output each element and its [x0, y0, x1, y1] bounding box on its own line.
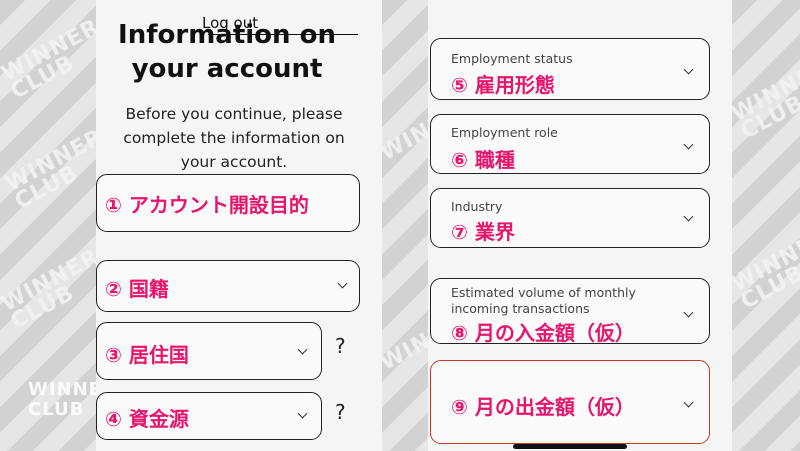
- background-pattern-left: WINNERCLUB WINNERCLUB WINNERCLUB WINNERC…: [0, 0, 96, 451]
- chevron-down-icon: [683, 211, 694, 222]
- brand-watermark: WINNER CLUB: [0, 14, 96, 105]
- brand-watermark: WINNER: [382, 93, 428, 166]
- source-of-funds-select[interactable]: ④ 資金源: [96, 392, 322, 440]
- brand-watermark: WINNER CLUB: [732, 224, 800, 315]
- field-label: Employment role: [451, 125, 558, 140]
- background-pattern-middle: WINNER WINNER: [382, 0, 428, 451]
- field-annotation: ③ 居住国: [105, 343, 189, 367]
- help-icon[interactable]: ?: [335, 400, 346, 424]
- field-annotation: ④ 資金源: [105, 407, 189, 431]
- chevron-down-icon: [683, 307, 694, 318]
- monthly-incoming-volume-select[interactable]: Estimated volume of monthly incoming tra…: [430, 278, 710, 345]
- nationality-select[interactable]: ② 国籍: [96, 260, 360, 312]
- country-of-residence-select[interactable]: ③ 居住国: [96, 322, 322, 380]
- brand-watermark: WINNER CLUB: [1, 124, 96, 215]
- industry-select[interactable]: Industry ⑦ 業界: [430, 188, 710, 248]
- field-annotation: ⑦ 業界: [451, 220, 515, 244]
- field-label: Employment status: [451, 51, 573, 66]
- field-annotation: ② 国籍: [105, 277, 169, 301]
- employment-role-select[interactable]: Employment role ⑥ 職種: [430, 114, 710, 174]
- account-purpose-select[interactable]: ① アカウント開設目的: [96, 174, 360, 232]
- home-indicator: [513, 444, 627, 449]
- chevron-down-icon: [683, 397, 694, 408]
- logout-link[interactable]: Log out: [202, 14, 358, 35]
- chevron-down-icon: [337, 278, 348, 289]
- field-annotation: ① アカウント開設目的: [105, 193, 309, 217]
- brand-watermark: WINNER: [382, 303, 428, 376]
- brand-watermark: WINNER CLUB: [0, 244, 96, 335]
- background-pattern-right: WINNER CLUB WINNER CLUB: [732, 0, 800, 451]
- chevron-down-icon: [297, 344, 308, 355]
- chevron-down-icon: [297, 408, 308, 419]
- field-annotation: ⑧ 月の入金額（仮）: [451, 321, 635, 345]
- employment-status-select[interactable]: Employment status ⑤ 雇用形態: [430, 38, 710, 100]
- field-label: Estimated volume of monthly incoming tra…: [451, 285, 636, 316]
- chevron-down-icon: [683, 139, 694, 150]
- field-annotation: ⑤ 雇用形態: [451, 73, 555, 97]
- field-annotation: ⑥ 職種: [451, 148, 515, 172]
- help-icon[interactable]: ?: [335, 334, 346, 358]
- field-label: Industry: [451, 199, 503, 214]
- brand-watermark: WINNER CLUB: [732, 54, 800, 145]
- page-description: Before you continue, please complete the…: [123, 105, 345, 171]
- brand-logo: WINNERCLUB: [28, 379, 96, 420]
- field-annotation: ⑨ 月の出金額（仮）: [451, 395, 635, 419]
- chevron-down-icon: [683, 64, 694, 75]
- monthly-outgoing-volume-select[interactable]: ⑨ 月の出金額（仮）: [430, 360, 710, 444]
